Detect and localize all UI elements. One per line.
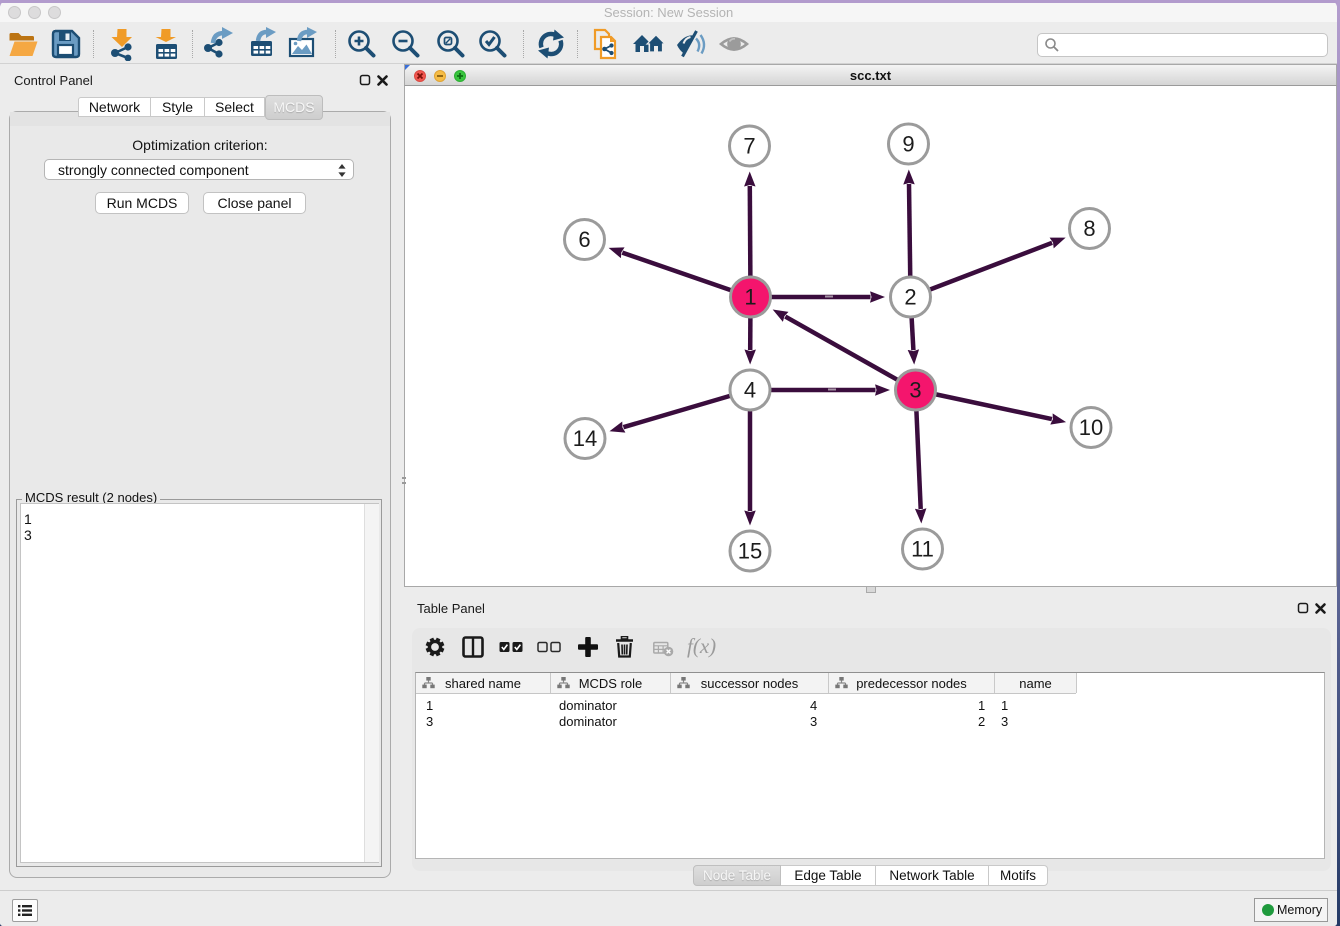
svg-text:3: 3 [909,378,921,403]
svg-text:11: 11 [911,537,934,562]
svg-text:7: 7 [743,134,755,159]
svg-text:10: 10 [1079,415,1103,440]
svg-text:2: 2 [904,285,916,310]
svg-text:4: 4 [744,378,756,403]
svg-text:14: 14 [573,426,597,451]
svg-text:6: 6 [578,227,590,252]
svg-text:1: 1 [744,285,756,310]
svg-text:15: 15 [738,539,762,564]
svg-text:9: 9 [902,132,914,157]
svg-text:8: 8 [1083,216,1095,241]
